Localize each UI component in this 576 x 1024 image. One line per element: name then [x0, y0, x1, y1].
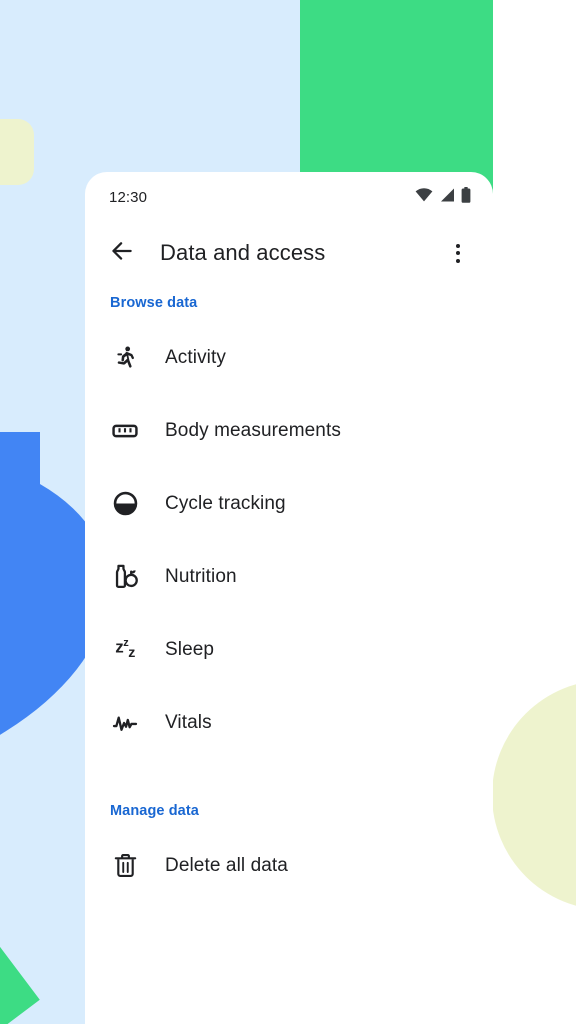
list-item-delete-all-data[interactable]: Delete all data — [85, 829, 493, 902]
list-item-label: Activity — [165, 346, 226, 368]
battery-icon — [461, 186, 471, 208]
page-title: Data and access — [160, 240, 326, 265]
screenshot-stage: 12:30 Data and access Browse data Activi… — [0, 0, 576, 1024]
phone-screen-card: 12:30 Data and access Browse data Activi… — [85, 172, 493, 1024]
trash-icon — [109, 850, 141, 882]
list-item-label: Delete all data — [165, 854, 288, 876]
green-bottom-left-shape — [0, 903, 40, 1024]
back-button[interactable] — [107, 238, 137, 268]
status-bar: 12:30 — [85, 172, 493, 222]
pulse-waveform-icon — [109, 707, 141, 739]
list-item-sleep[interactable]: zzz Sleep — [85, 613, 493, 686]
cellular-signal-icon — [439, 188, 455, 207]
overflow-menu-button[interactable] — [443, 238, 473, 268]
status-bar-clock: 12:30 — [109, 188, 148, 206]
list-item-vitals[interactable]: Vitals — [85, 686, 493, 759]
content-list: Browse data Activity Body measurements C… — [85, 284, 493, 1024]
more-vert-icon-dot — [456, 258, 460, 263]
section-header-browse-data: Browse data — [110, 295, 198, 311]
manage-data-list: Delete all data — [85, 829, 493, 902]
list-item-cycle-tracking[interactable]: Cycle tracking — [85, 467, 493, 540]
zzz-icon: zzz — [109, 634, 141, 666]
more-vert-icon-dot — [456, 243, 460, 248]
status-bar-icons — [415, 186, 471, 208]
browse-data-list: Activity Body measurements Cycle trackin… — [85, 321, 493, 759]
list-item-body-measurements[interactable]: Body measurements — [85, 394, 493, 467]
list-item-nutrition[interactable]: Nutrition — [85, 540, 493, 613]
yellow-rounded-square-shape — [0, 119, 34, 185]
section-header-manage-data: Manage data — [110, 803, 199, 819]
list-item-label: Nutrition — [165, 565, 237, 587]
wifi-icon — [415, 187, 433, 207]
bottle-and-apple-icon — [109, 561, 141, 593]
list-item-label: Vitals — [165, 711, 212, 733]
app-bar: Data and access — [85, 222, 493, 284]
zzz-icon-glyph: zzz — [115, 637, 135, 662]
list-item-label: Body measurements — [165, 419, 341, 441]
back-arrow-icon — [109, 238, 135, 269]
running-person-icon — [109, 342, 141, 374]
blue-block-shape — [0, 432, 40, 682]
yellow-circle-shape — [492, 680, 576, 910]
ruler-icon — [109, 415, 141, 447]
list-item-label: Cycle tracking — [165, 492, 286, 514]
list-item-label: Sleep — [165, 638, 215, 660]
more-vert-icon-dot — [456, 251, 460, 255]
half-filled-circle-icon — [109, 488, 141, 520]
list-item-activity[interactable]: Activity — [85, 321, 493, 394]
